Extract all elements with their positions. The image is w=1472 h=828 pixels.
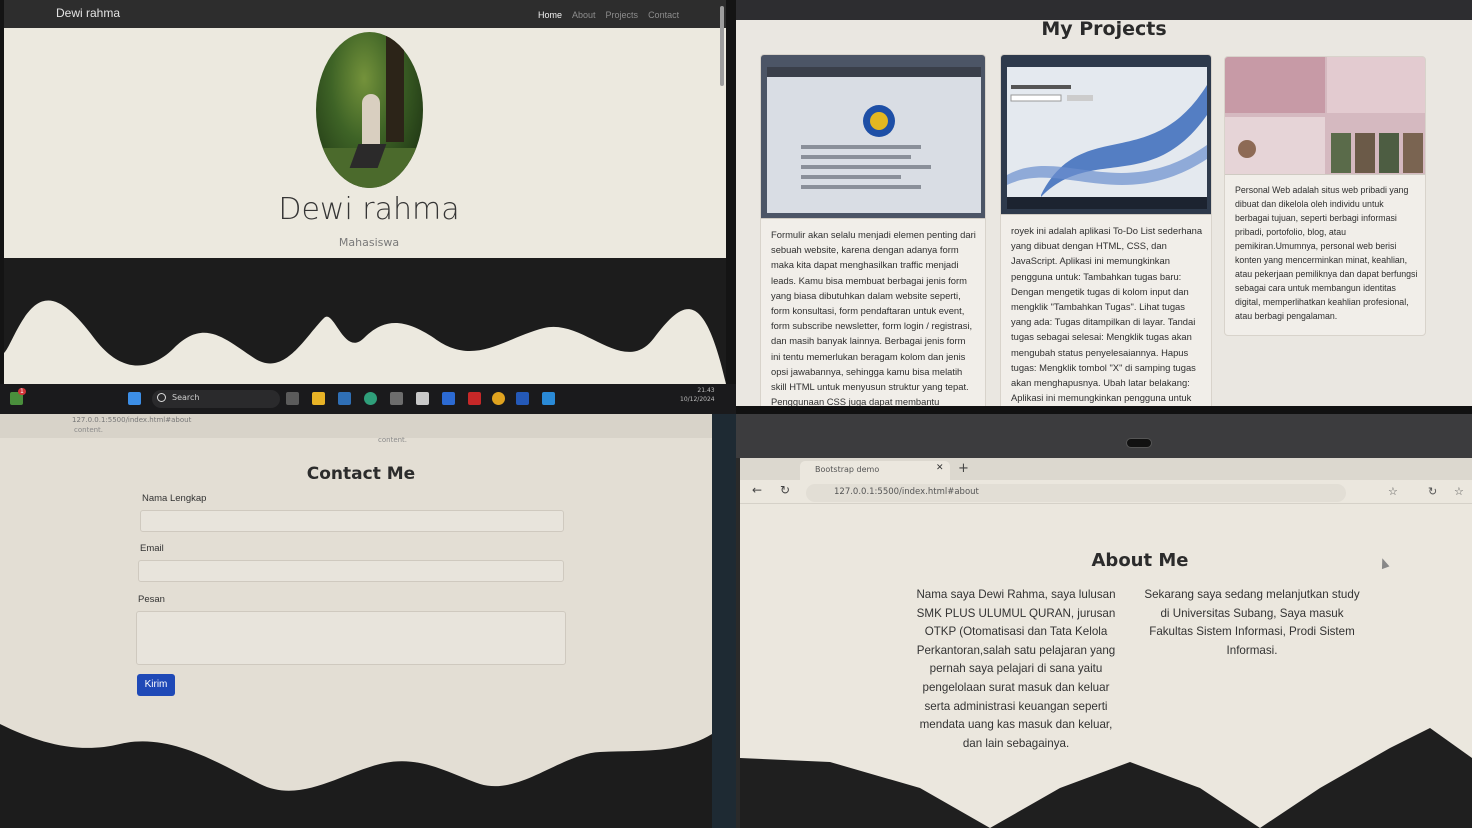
about-screen-photo: Bootstrap demo ✕ + ← ↻ 127.0.0.1:5500/in… [736, 414, 1472, 828]
taskbar-search-label: Search [172, 393, 200, 402]
projects-title: My Projects [1041, 18, 1167, 40]
top-bar [736, 0, 1472, 20]
star-icon[interactable]: ☆ [1388, 485, 1398, 498]
wave-divider [0, 724, 712, 828]
dropbox-icon[interactable] [442, 392, 455, 405]
word-icon[interactable] [516, 392, 529, 405]
contact-title: Contact Me [306, 464, 416, 484]
nav-projects[interactable]: Projects [606, 10, 639, 20]
file-explorer-icon[interactable] [312, 392, 325, 405]
contact-screen-photo: 127.0.0.1:5500/index.html#about content.… [0, 414, 736, 828]
nav-about[interactable]: About [572, 10, 596, 20]
close-icon[interactable]: ✕ [936, 463, 944, 473]
label-nama-lengkap: Nama Lengkap [142, 493, 207, 504]
project-description: Personal Web adalah situs web pribadi ya… [1235, 185, 1418, 321]
nav-contact[interactable]: Contact [648, 10, 679, 20]
textarea-pesan[interactable] [136, 611, 566, 665]
about-title: About Me [1091, 550, 1189, 571]
new-tab-icon[interactable]: + [958, 461, 969, 476]
projects-screen-photo: My Projects Formulir akan selalu menjadi… [736, 0, 1472, 414]
project-card-todo[interactable]: royek ini adalah aplikasi To-Do List sed… [1000, 54, 1212, 406]
scrollbar[interactable] [720, 6, 724, 86]
label-email: Email [140, 543, 164, 554]
reload-icon[interactable]: ↻ [780, 483, 790, 497]
nav-links: Home About Projects Contact [538, 10, 679, 20]
project-thumbnail-personal-web [1225, 57, 1425, 175]
bottom-edge [736, 406, 1472, 414]
windows-start-icon[interactable] [128, 392, 141, 405]
refresh-icon[interactable]: ↻ [1428, 485, 1437, 498]
netflix-icon[interactable] [468, 392, 481, 405]
project-card-form[interactable]: Formulir akan selalu menjadi elemen pent… [760, 54, 986, 406]
nav-home[interactable]: Home [538, 10, 562, 20]
project-description: Formulir akan selalu menjadi elemen pent… [771, 229, 976, 406]
amazon-icon[interactable] [416, 392, 429, 405]
address-url[interactable]: 127.0.0.1:5500/index.html#about [72, 416, 191, 424]
hero-section: Dewi rahma Home About Projects Contact D… [4, 0, 726, 384]
laptop-bezel [736, 414, 1472, 458]
residual-text: content. [74, 426, 104, 434]
store-icon[interactable] [338, 392, 351, 405]
webcam [1126, 438, 1152, 448]
hero-role: Mahasiswa [338, 236, 400, 249]
submit-button[interactable]: Kirim [137, 674, 175, 696]
address-url[interactable]: 127.0.0.1:5500/index.html#about [834, 487, 979, 497]
hero-name: Dewi rahma [278, 192, 460, 227]
navbar: Dewi rahma Home About Projects Contact [4, 0, 726, 28]
residual-text-right: content. [378, 436, 408, 444]
notification-badge: 1 [18, 388, 26, 395]
search-icon [157, 393, 166, 402]
project-thumbnail-form [761, 55, 985, 219]
label-pesan: Pesan [138, 594, 165, 605]
tree-trunk [386, 32, 404, 142]
chrome-icon[interactable] [492, 392, 505, 405]
profile-photo [316, 32, 423, 188]
back-arrow-icon[interactable]: ← [752, 483, 762, 497]
taskbar-clock[interactable]: 21.43 10/12/2024 [680, 386, 715, 404]
edge-icon[interactable] [364, 392, 377, 405]
clock-date: 10/12/2024 [680, 396, 715, 403]
project-thumbnail-todo [1001, 55, 1211, 215]
project-card-personal-web[interactable]: Personal Web adalah situs web pribadi ya… [1224, 56, 1426, 336]
favorites-icon[interactable]: ☆ [1454, 485, 1464, 498]
right-edge [712, 414, 736, 828]
contact-section: 127.0.0.1:5500/index.html#about content.… [0, 414, 712, 828]
hero-screen-photo: Dewi rahma Home About Projects Contact D… [0, 0, 736, 414]
about-text-right: Sekarang saya sedang melanjutkan study d… [1144, 588, 1360, 657]
task-view-icon[interactable] [286, 392, 299, 405]
vscode-icon[interactable] [542, 392, 555, 405]
app-icon[interactable] [390, 392, 403, 405]
clock-time: 21.43 [697, 387, 715, 394]
input-email[interactable] [138, 560, 564, 582]
input-nama-lengkap[interactable] [140, 510, 564, 532]
wave-divider [740, 728, 1472, 828]
navbar-brand[interactable]: Dewi rahma [56, 6, 120, 20]
wave-divider [4, 258, 726, 384]
project-description: royek ini adalah aplikasi To-Do List sed… [1011, 225, 1203, 404]
projects-section: My Projects Formulir akan selalu menjadi… [736, 0, 1472, 406]
tab-title: Bootstrap demo [815, 465, 880, 474]
about-section: Bootstrap demo ✕ + ← ↻ 127.0.0.1:5500/in… [740, 458, 1472, 828]
